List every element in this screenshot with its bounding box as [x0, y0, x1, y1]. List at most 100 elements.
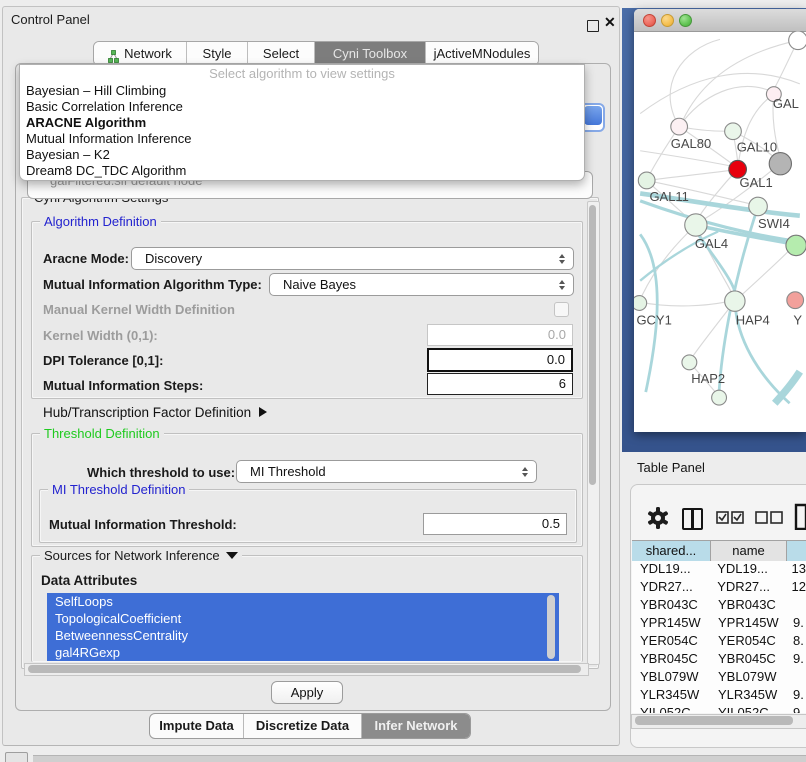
gear-icon[interactable]	[645, 505, 671, 531]
window-title: Control Panel	[11, 12, 90, 27]
scrollbar-thumb[interactable]	[635, 716, 793, 725]
table-cell: 8.	[787, 633, 806, 651]
table-cell: YDR27...	[710, 579, 785, 597]
table-cell: YBL079W	[632, 669, 711, 687]
table-cell: 13	[786, 561, 806, 579]
collapsed-panel-icon[interactable]	[5, 752, 28, 762]
group-title: MI Threshold Definition	[48, 482, 189, 497]
attribute-item[interactable]: BetweennessCentrality	[47, 627, 559, 644]
dpi-tolerance-label: DPI Tolerance [0,1]:	[43, 353, 163, 368]
apply-button[interactable]: Apply	[271, 681, 343, 704]
document-icon[interactable]	[794, 503, 806, 530]
node-table[interactable]: YDL19...YDL19...13YDR27...YDR27...12YBR0…	[632, 561, 806, 713]
network-node[interactable]	[787, 292, 804, 309]
which-threshold-combo[interactable]: MI Threshold	[236, 460, 537, 483]
table-row[interactable]: YBL079WYBL079W	[632, 669, 806, 687]
table-cell: YIL052C	[632, 705, 711, 713]
network-node[interactable]	[749, 197, 768, 216]
dpi-tolerance-field[interactable]: 0.0	[427, 348, 573, 372]
mi-type-combo[interactable]: Naive Bayes	[269, 273, 574, 296]
settings-vertical-scrollbar[interactable]	[587, 201, 600, 665]
mi-threshold-field[interactable]: 0.5	[423, 513, 567, 535]
manual-kernel-checkbox[interactable]	[554, 302, 569, 317]
table-cell: YPR145W	[632, 615, 711, 633]
network-node[interactable]	[712, 390, 727, 405]
attribute-item[interactable]: TopologicalCoefficient	[47, 610, 559, 627]
network-node[interactable]	[682, 355, 697, 370]
table-row[interactable]: YPR145WYPR145W9.	[632, 615, 806, 633]
tab-infer-network[interactable]: Infer Network	[362, 714, 470, 738]
table-cell: YDL19...	[632, 561, 710, 579]
network-node[interactable]	[638, 172, 655, 189]
column-header-name[interactable]: name	[711, 540, 787, 562]
mi-steps-field[interactable]: 6	[427, 373, 573, 395]
scrollbar-thumb[interactable]	[28, 665, 581, 673]
aracne-mode-combo[interactable]: Discovery	[131, 247, 574, 270]
network-node[interactable]	[685, 214, 707, 236]
network-node[interactable]	[786, 235, 806, 255]
network-node[interactable]	[634, 296, 647, 311]
close-icon[interactable]: ✕	[604, 14, 616, 31]
network-node[interactable]	[789, 31, 806, 50]
network-window-titlebar[interactable]	[634, 9, 806, 32]
minimize-traffic-light[interactable]	[661, 14, 674, 27]
mi-type-label: Mutual Information Algorithm Type:	[43, 277, 262, 292]
table-row[interactable]: YBR045CYBR045C9.	[632, 651, 806, 669]
network-node[interactable]	[725, 291, 745, 311]
dropdown-item[interactable]: Bayesian – Hill Climbing	[20, 83, 584, 99]
control-panel-window: Control Panel ✕ Network Style Select Cyn…	[2, 6, 620, 746]
table-cell: 9	[787, 705, 806, 713]
manual-kernel-label: Manual Kernel Width Definition	[43, 302, 235, 317]
expanded-arrow-icon	[226, 552, 238, 559]
tab-cyni-toolbox[interactable]: Cyni Toolbox	[315, 42, 426, 65]
data-attributes-list[interactable]: SelfLoopsTopologicalCoefficientBetweenne…	[47, 593, 559, 661]
kernel-width-field[interactable]: 0.0	[427, 324, 573, 346]
settings-horizontal-scrollbar[interactable]	[24, 663, 589, 676]
attribute-item[interactable]: gal4RGexp	[47, 644, 559, 661]
dropdown-item[interactable]: Bayesian – K2	[20, 147, 584, 163]
mi-type-value: Naive Bayes	[283, 277, 356, 292]
hub-definition-toggle[interactable]: Hub/Transcription Factor Definition	[43, 405, 267, 420]
dropdown-item[interactable]: ARACNE Algorithm	[20, 115, 584, 131]
column-header-partial[interactable]	[787, 540, 806, 562]
unchecked-checkboxes-icon[interactable]	[755, 511, 783, 524]
zoom-traffic-light[interactable]	[679, 14, 692, 27]
network-canvas[interactable]: GALGAL80GAL10GAL1GAL11SWI4GAL4GCY1HAP4YH…	[634, 31, 806, 432]
table-row[interactable]: YLR345WYLR345W9.	[632, 687, 806, 705]
tab-impute-data[interactable]: Impute Data	[150, 714, 244, 738]
dropdown-item[interactable]: Mutual Information Inference	[20, 131, 584, 147]
attribute-item[interactable]: SelfLoops	[47, 593, 559, 610]
network-node[interactable]	[671, 118, 688, 135]
bottom-panel-edge	[33, 755, 806, 762]
spinner-arrows-icon	[522, 467, 528, 477]
node-label: GAL1	[739, 175, 772, 190]
network-node[interactable]	[725, 123, 742, 140]
table-row[interactable]: YER054CYER054C8.	[632, 633, 806, 651]
tab-network[interactable]: Network	[94, 42, 187, 65]
close-traffic-light[interactable]	[643, 14, 656, 27]
table-horizontal-scrollbar[interactable]	[631, 714, 806, 729]
aracne-mode-value: Discovery	[145, 251, 202, 266]
tab-discretize-data[interactable]: Discretize Data	[244, 714, 362, 738]
table-row[interactable]: YDL19...YDL19...13	[632, 561, 806, 579]
table-row[interactable]: YBR043CYBR043C	[632, 597, 806, 615]
scrollbar-thumb[interactable]	[589, 205, 596, 485]
dropdown-item[interactable]: Basic Correlation Inference	[20, 99, 584, 115]
float-window-icon[interactable]	[587, 20, 599, 32]
table-row[interactable]: YDR27...YDR27...12	[632, 579, 806, 597]
list-scrollbar-thumb[interactable]	[547, 595, 555, 659]
node-label: GAL	[773, 96, 799, 111]
node-label: GAL11	[649, 189, 688, 204]
table-row[interactable]: YIL052CYIL052C9	[632, 705, 806, 713]
checked-checkboxes-icon[interactable]	[716, 511, 744, 524]
tab-label: Cyni Toolbox	[333, 42, 407, 65]
dropdown-item[interactable]: Dream8 DC_TDC Algorithm	[20, 163, 584, 179]
network-node[interactable]	[769, 153, 791, 175]
column-header-shared-name[interactable]: shared...	[632, 540, 711, 562]
tab-select[interactable]: Select	[248, 42, 315, 65]
split-columns-icon[interactable]	[682, 508, 703, 530]
tab-jactivemnodules[interactable]: jActiveMNodules	[426, 42, 538, 65]
tab-style[interactable]: Style	[187, 42, 248, 65]
aracne-mode-label: Aracne Mode:	[43, 251, 129, 266]
group-title: Threshold Definition	[40, 426, 164, 441]
